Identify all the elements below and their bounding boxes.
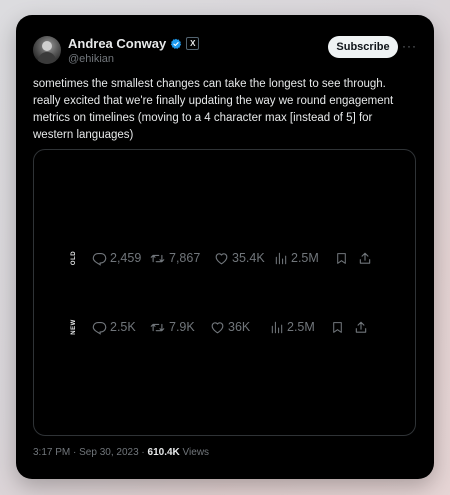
x-affiliate-badge: X [186, 37, 200, 50]
total-views-count: 610.4K [147, 447, 180, 458]
views-metric: 2.5M [270, 317, 315, 337]
repost-metric: 7,867 [149, 248, 200, 268]
tweet-text-line: really excited that we're finally updati… [33, 95, 394, 107]
repost-metric: 7.9K [149, 317, 195, 337]
bookmark-icon [333, 321, 342, 333]
verified-badge-icon [171, 38, 182, 49]
more-options-icon[interactable]: ··· [402, 39, 417, 53]
subscribe-button[interactable]: Subscribe [328, 36, 398, 58]
views-metric: 2.5M [274, 248, 319, 268]
author-name-row: Andrea Conway X [68, 36, 200, 51]
reply-count: 2,459 [110, 251, 142, 265]
author-handle[interactable]: @ehikian [68, 53, 114, 65]
bookmark-icon [337, 252, 346, 264]
heart-icon [215, 252, 228, 264]
media-image[interactable]: OLD 2,459 7,867 35.4K 2.5M NEW 2.5K 7.9K… [33, 149, 416, 436]
share-icon [355, 321, 367, 333]
repost-icon [150, 254, 165, 262]
repost-icon [150, 323, 165, 331]
reply-metric: 2,459 [92, 248, 141, 268]
reply-icon [92, 252, 107, 266]
like-metric: 36K [210, 317, 250, 337]
tweet-text: sometimes the smallest changes can take … [33, 76, 419, 144]
tweet-footer: 3:17 PM · Sep 30, 2023 · 610.4K Views [33, 447, 209, 458]
tweet-text-line: metrics on timelines (moving to a 4 char… [33, 112, 373, 124]
share-metric [354, 317, 368, 337]
share-metric [358, 248, 372, 268]
like-metric: 35.4K [214, 248, 265, 268]
avatar[interactable] [33, 36, 61, 64]
tweet-card: Andrea Conway X @ehikian Subscribe ··· s… [16, 15, 434, 479]
tweet-text-line: western languages) [33, 129, 134, 141]
metrics-row-old: OLD 2,459 7,867 35.4K 2.5M [34, 248, 415, 268]
metrics-row-new: NEW 2.5K 7.9K 36K 2.5M [34, 317, 415, 337]
author-name[interactable]: Andrea Conway [68, 36, 166, 51]
repost-count: 7.9K [169, 320, 195, 334]
bookmark-metric [331, 317, 344, 337]
like-count: 36K [228, 320, 251, 334]
tweet-text-line: sometimes the smallest changes can take … [33, 78, 386, 90]
row-label-old: OLD [70, 250, 77, 266]
like-count: 35.4K [232, 251, 265, 265]
reply-count: 2.5K [110, 320, 136, 334]
views-label: Views [179, 447, 210, 458]
views-count: 2.5M [287, 320, 315, 334]
views-count: 2.5M [291, 251, 319, 265]
bar-chart-icon [271, 321, 283, 333]
bar-chart-icon [275, 252, 287, 264]
row-label-new: NEW [71, 319, 77, 335]
share-icon [359, 252, 371, 264]
reply-icon [92, 321, 107, 335]
reply-metric: 2.5K [92, 317, 136, 337]
repost-count: 7,867 [169, 251, 201, 265]
timestamp[interactable]: 3:17 PM · Sep 30, 2023 · [33, 447, 148, 458]
bookmark-metric [335, 248, 348, 268]
heart-icon [211, 321, 224, 333]
